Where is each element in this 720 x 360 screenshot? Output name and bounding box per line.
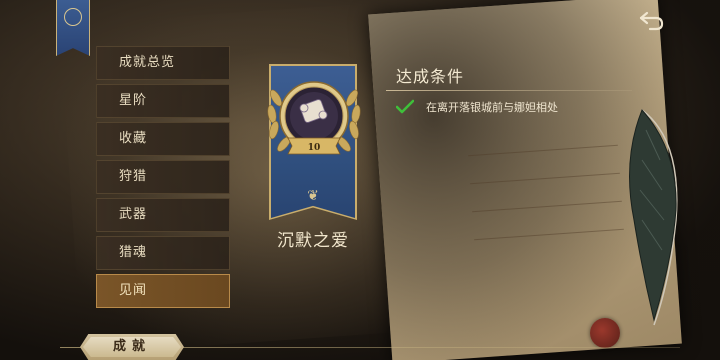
quill-feather-icon: [629, 109, 678, 326]
menu-item-star-rank[interactable]: 星阶: [96, 84, 230, 118]
laurel-medal-icon: 10: [267, 81, 361, 155]
condition-item: 在离开落银城前与娜妲相处: [396, 99, 558, 115]
laurel-emblem-icon: [64, 8, 82, 26]
menu-item-hunting[interactable]: 狩猎: [96, 160, 230, 194]
achievement-category-menu: 成就总览 星阶 收藏 狩猎 武器 猎魂 见闻: [96, 46, 230, 312]
menu-item-lore[interactable]: 见闻: [96, 274, 230, 308]
menu-item-weapons[interactable]: 武器: [96, 198, 230, 232]
menu-item-overview[interactable]: 成就总览: [96, 46, 230, 80]
conditions-heading: 达成条件: [396, 67, 465, 86]
back-arrow-icon[interactable]: [638, 9, 666, 33]
corner-banner: [56, 0, 90, 56]
check-icon: [396, 99, 414, 114]
achievement-level: 10: [308, 143, 321, 153]
achievement-screen: 成就总览 星阶 收藏 狩猎 武器 猎魂 见闻 ❦ 10 沉默之爱 达成条件 在离…: [0, 0, 720, 360]
menu-item-collection[interactable]: 收藏: [96, 122, 230, 156]
tab-achievements-label: 成就: [112, 339, 151, 354]
tab-achievements[interactable]: 成就: [80, 334, 184, 360]
banner-ornament-icon: ❦: [307, 188, 319, 204]
conditions-divider: [386, 90, 632, 91]
menu-item-hunter-soul[interactable]: 猎魂: [96, 236, 230, 270]
achievement-title: 沉默之爱: [277, 231, 349, 251]
condition-text: 在离开落银城前与娜妲相处: [426, 101, 558, 114]
wax-seal-icon: [590, 318, 620, 348]
